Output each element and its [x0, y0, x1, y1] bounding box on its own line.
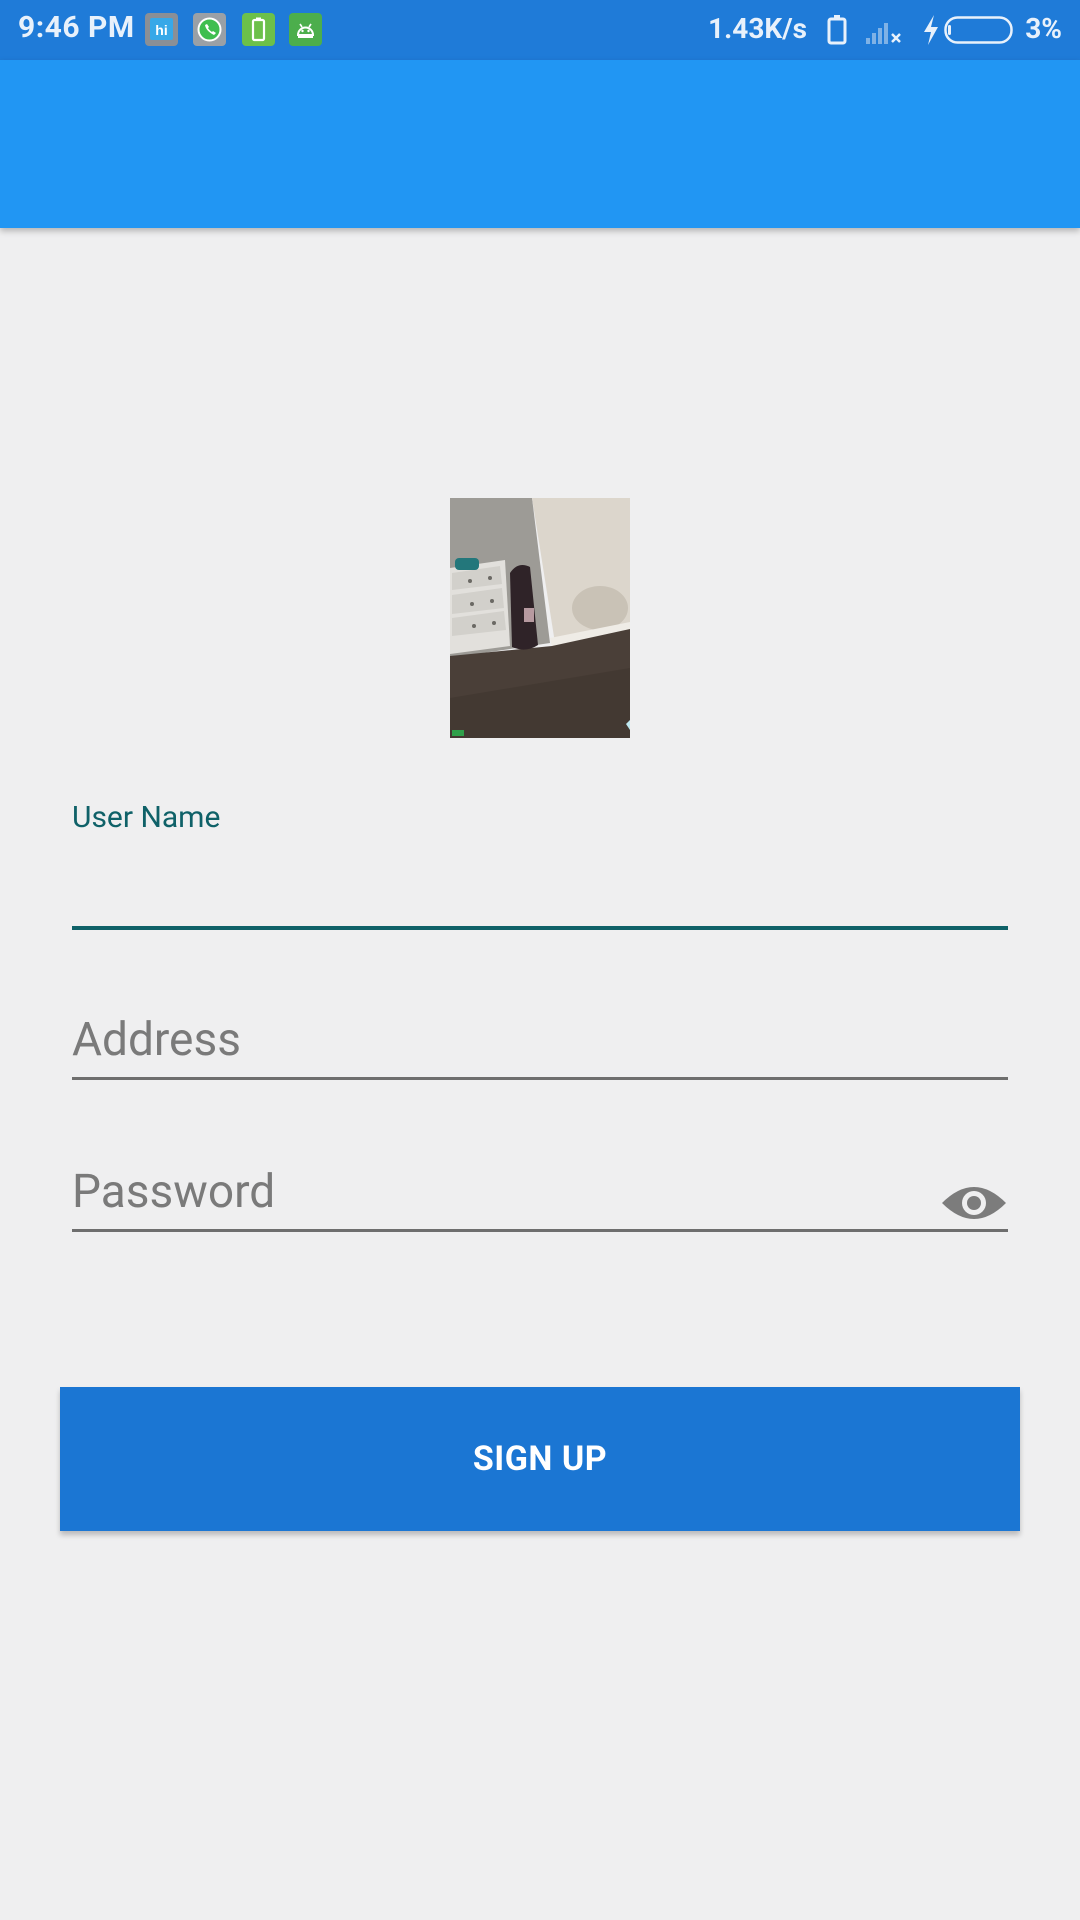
android-icon	[289, 13, 322, 46]
status-time: 9:46 PM	[18, 10, 135, 45]
password-input[interactable]	[72, 1157, 916, 1234]
svg-text:hi: hi	[155, 22, 167, 38]
username-underline	[72, 926, 1008, 930]
password-underline	[72, 1229, 1008, 1232]
status-bar: 9:46 PM hi 1.43K/s 3%	[0, 0, 1080, 60]
signup-screen: 9:46 PM hi 1.43K/s 3% User Name Address …	[0, 0, 1080, 1920]
vibrate-icon	[824, 14, 850, 50]
sign-up-button[interactable]: SIGN UP	[60, 1387, 1020, 1531]
eye-icon[interactable]	[940, 1179, 1008, 1227]
hi-app-icon: hi	[145, 13, 178, 46]
app-bar	[0, 60, 1080, 228]
profile-photo[interactable]	[450, 498, 630, 738]
whatsapp-icon	[193, 13, 226, 46]
charging-icon	[921, 14, 941, 50]
network-speed: 1.43K/s	[708, 12, 807, 45]
username-field[interactable]: User Name	[72, 800, 1012, 932]
battery-saver-icon	[242, 13, 275, 46]
username-input[interactable]	[72, 800, 1012, 932]
battery-icon	[944, 16, 1016, 48]
address-input[interactable]	[72, 1005, 1012, 1082]
password-field[interactable]: Password	[72, 1157, 1008, 1234]
battery-percent: 3%	[1025, 12, 1062, 45]
signal-no-service-icon	[864, 16, 904, 50]
address-underline	[72, 1077, 1008, 1080]
address-field[interactable]: Address	[72, 1005, 1012, 1082]
